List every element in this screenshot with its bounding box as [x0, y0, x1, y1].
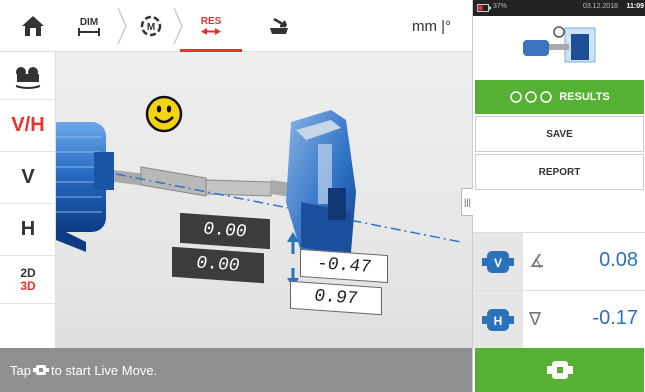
dim-label: DIM: [79, 16, 99, 28]
system-date: 03.12.2018: [582, 3, 618, 10]
machine-train-graphic: [56, 95, 462, 288]
res-button[interactable]: RES: [184, 0, 238, 52]
report-button[interactable]: REPORT: [475, 154, 644, 190]
vertical-result-icon-box: V: [473, 233, 523, 291]
move-button[interactable]: [256, 0, 302, 52]
dim-button[interactable]: DIM: [62, 0, 116, 52]
result-arrows-icon: [201, 28, 221, 35]
angle-icon: ∇: [529, 309, 542, 329]
results-label: RESULTS: [559, 91, 610, 103]
units-selector[interactable]: mm |°: [412, 18, 451, 35]
angle-icon: ∡: [529, 251, 546, 271]
panel-handle[interactable]: |||: [461, 188, 473, 216]
coupling-horizontal-angle: 0.00: [172, 246, 264, 284]
machine-thumbnail-icon: [523, 26, 596, 63]
vertical-result-value: 0.08: [599, 249, 638, 271]
breadcrumb-separator: [117, 8, 127, 44]
status-bar: Tap to start Live Move.: [0, 348, 472, 392]
svg-text:V: V: [494, 256, 502, 270]
system-status-bar: 37% 03.12.2018 11:09: [473, 0, 645, 16]
svg-text:H: H: [494, 314, 503, 328]
coupling-graphic: [114, 166, 298, 198]
home-icon: [22, 16, 44, 36]
v-view-button[interactable]: V: [0, 152, 56, 204]
view-3d-label: 3D: [20, 278, 36, 293]
horizontal-plane-icon: H: [482, 309, 514, 331]
save-button[interactable]: SAVE: [475, 116, 644, 152]
results-mode-icons: [510, 91, 552, 103]
horizontal-result-icon-box: H: [473, 291, 523, 349]
vh-view-button[interactable]: V/H: [0, 100, 56, 152]
machine-thumbnail[interactable]: [473, 16, 645, 80]
motor-graphic: [56, 122, 114, 252]
measure-button[interactable]: M: [128, 0, 174, 52]
h-view-button[interactable]: H: [0, 204, 56, 256]
live-move-icon: [32, 365, 49, 375]
view-sidebar: V/H V H 2D 3D: [0, 52, 56, 348]
2d-3d-toggle[interactable]: 2D 3D: [0, 256, 56, 304]
results-panel: ||| 37% 03.12.2018 11:09 RESULTS SAVE RE…: [461, 0, 645, 392]
coupling-vertical-angle: 0.00: [180, 212, 270, 250]
top-toolbar: DIM M RES mm |°: [0, 0, 472, 52]
status-prefix: Tap: [10, 362, 31, 378]
horizontal-result-row: H ∇ -0.17: [473, 290, 645, 349]
machine-view-button[interactable]: [0, 52, 56, 100]
smiley-icon: [145, 95, 183, 133]
dimension-arrows-icon: [78, 27, 100, 36]
vertical-plane-icon: V: [482, 251, 514, 273]
status-suffix: to start Live Move.: [50, 362, 158, 378]
machine-3d-viewport[interactable]: 0.00 0.00 -0.47 0.97: [56, 52, 472, 348]
res-label: RES: [200, 16, 222, 27]
machine-rotate-icon: [15, 66, 41, 89]
view-2d-label: 2D: [20, 265, 36, 280]
horizontal-result-value: -0.17: [592, 307, 638, 329]
breadcrumb-separator: [173, 8, 183, 44]
machine-move-icon: [270, 17, 288, 34]
home-button[interactable]: [12, 0, 54, 52]
svg-text:M: M: [147, 22, 155, 33]
live-move-button[interactable]: [475, 348, 644, 392]
vertical-result-row: V ∡ 0.08: [473, 232, 645, 291]
live-move-icon: [546, 361, 573, 379]
battery-percent: 37%: [493, 3, 508, 10]
battery-icon: [477, 4, 491, 12]
results-button[interactable]: RESULTS: [475, 80, 644, 114]
system-time: 11:09: [626, 3, 644, 10]
measure-mode-icon: M: [140, 15, 162, 37]
